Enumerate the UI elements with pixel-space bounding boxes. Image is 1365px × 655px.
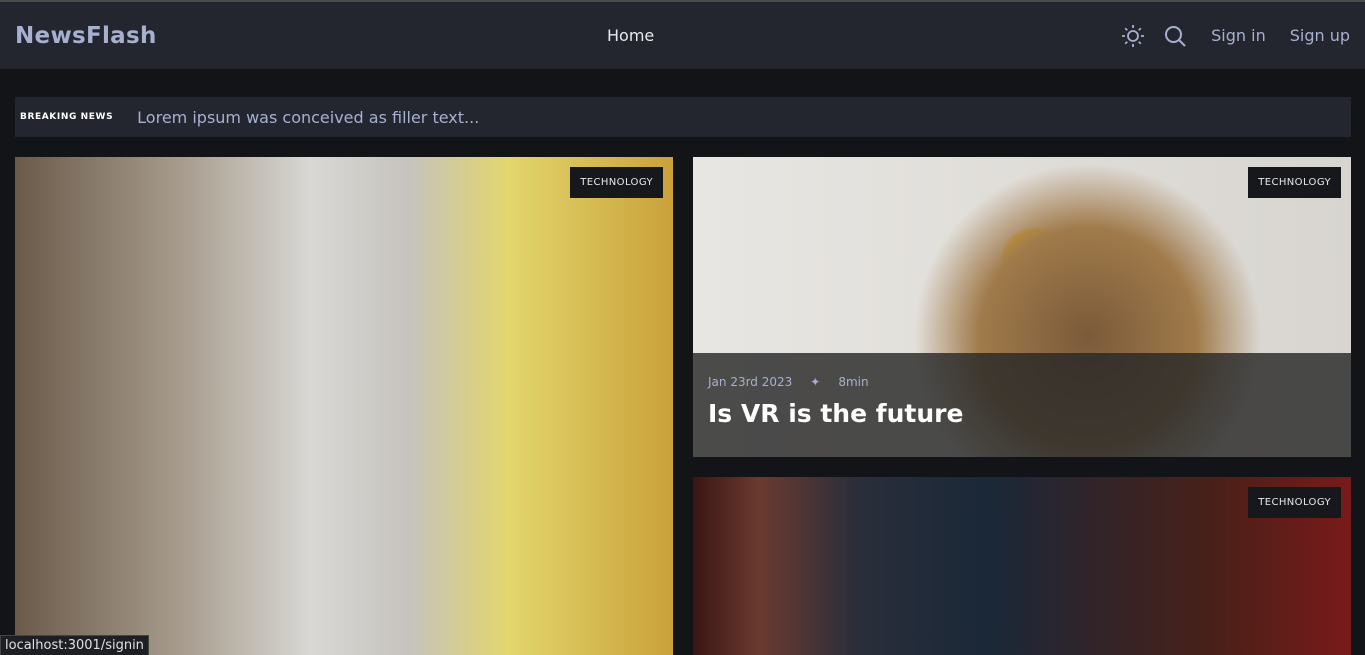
article-title[interactable]: Is VR is the future xyxy=(708,399,1336,428)
article-date: Jan 23rd 2023 xyxy=(708,375,793,389)
sign-in-link[interactable]: Sign in xyxy=(1211,26,1266,45)
article-card[interactable]: TECHNOLOGY Jan 23rd 2023 ✦ 8min Is VR is t… xyxy=(693,157,1351,457)
sun-icon[interactable] xyxy=(1121,24,1145,48)
nav-home-link[interactable]: Home xyxy=(607,26,654,45)
article-overlay: Jan 23rd 2023 ✦ 8min Is VR is the future xyxy=(693,353,1351,457)
category-tag[interactable]: TECHNOLOGY xyxy=(570,167,663,198)
read-time: 8min xyxy=(838,375,869,389)
breaking-news-text[interactable]: Lorem ipsum was conceived as filler text… xyxy=(137,108,479,127)
sign-up-link[interactable]: Sign up xyxy=(1290,26,1350,45)
navbar: NewsFlash Home Sign in Sign up xyxy=(0,2,1365,69)
separator-icon: ✦ xyxy=(810,375,821,389)
breaking-news-bar: BREAKING NEWS Lorem ipsum was conceived … xyxy=(15,97,1351,137)
category-tag[interactable]: TECHNOLOGY xyxy=(1248,487,1341,518)
article-card[interactable]: TECHNOLOGY xyxy=(693,477,1351,655)
category-tag[interactable]: TECHNOLOGY xyxy=(1248,167,1341,198)
status-bar-url: localhost:3001/signin xyxy=(0,635,149,655)
search-icon[interactable] xyxy=(1163,24,1187,48)
featured-article-card[interactable]: TECHNOLOGY xyxy=(15,157,673,655)
breaking-news-label: BREAKING NEWS xyxy=(20,112,114,122)
logo[interactable]: NewsFlash xyxy=(15,23,157,49)
